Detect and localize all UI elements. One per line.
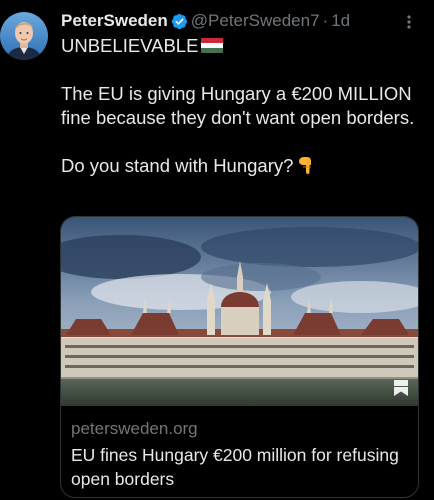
bookmark-icon[interactable] [394,380,408,396]
card-meta: petersweden.org EU fines Hungary €200 mi… [71,418,411,491]
avatar[interactable] [0,12,48,60]
link-preview-card[interactable]: petersweden.org EU fines Hungary €200 mi… [60,216,419,498]
pointing-down-icon [296,155,316,175]
card-title[interactable]: EU fines Hungary €200 million for refusi… [71,443,411,491]
header-separator: · [322,11,329,30]
tweet-text: UNBELIEVABLE The EU is giving Hungary a … [61,34,429,178]
tweet-line-1: UNBELIEVABLE [61,34,429,58]
tweet-header: PeterSweden @PeterSweden7 · 1d [61,9,350,33]
tweet-paragraph-3: Do you stand with Hungary? [61,154,429,178]
card-image-parliament[interactable] [61,217,418,406]
more-options-icon[interactable] [400,12,418,32]
tweet-paragraph-3-text: Do you stand with Hungary? [61,155,294,176]
card-domain[interactable]: petersweden.org [71,418,411,440]
author-handle[interactable]: @PeterSweden7 [191,11,320,31]
verified-badge-icon [171,13,188,30]
tweet-line-1-text: UNBELIEVABLE [61,35,199,56]
hungary-flag-icon [201,38,224,53]
tweet-paragraph-2: The EU is giving Hungary a €200 MILLION … [61,83,415,128]
author-display-name[interactable]: PeterSweden [61,11,168,31]
tweet-timestamp[interactable]: 1d [331,11,350,31]
